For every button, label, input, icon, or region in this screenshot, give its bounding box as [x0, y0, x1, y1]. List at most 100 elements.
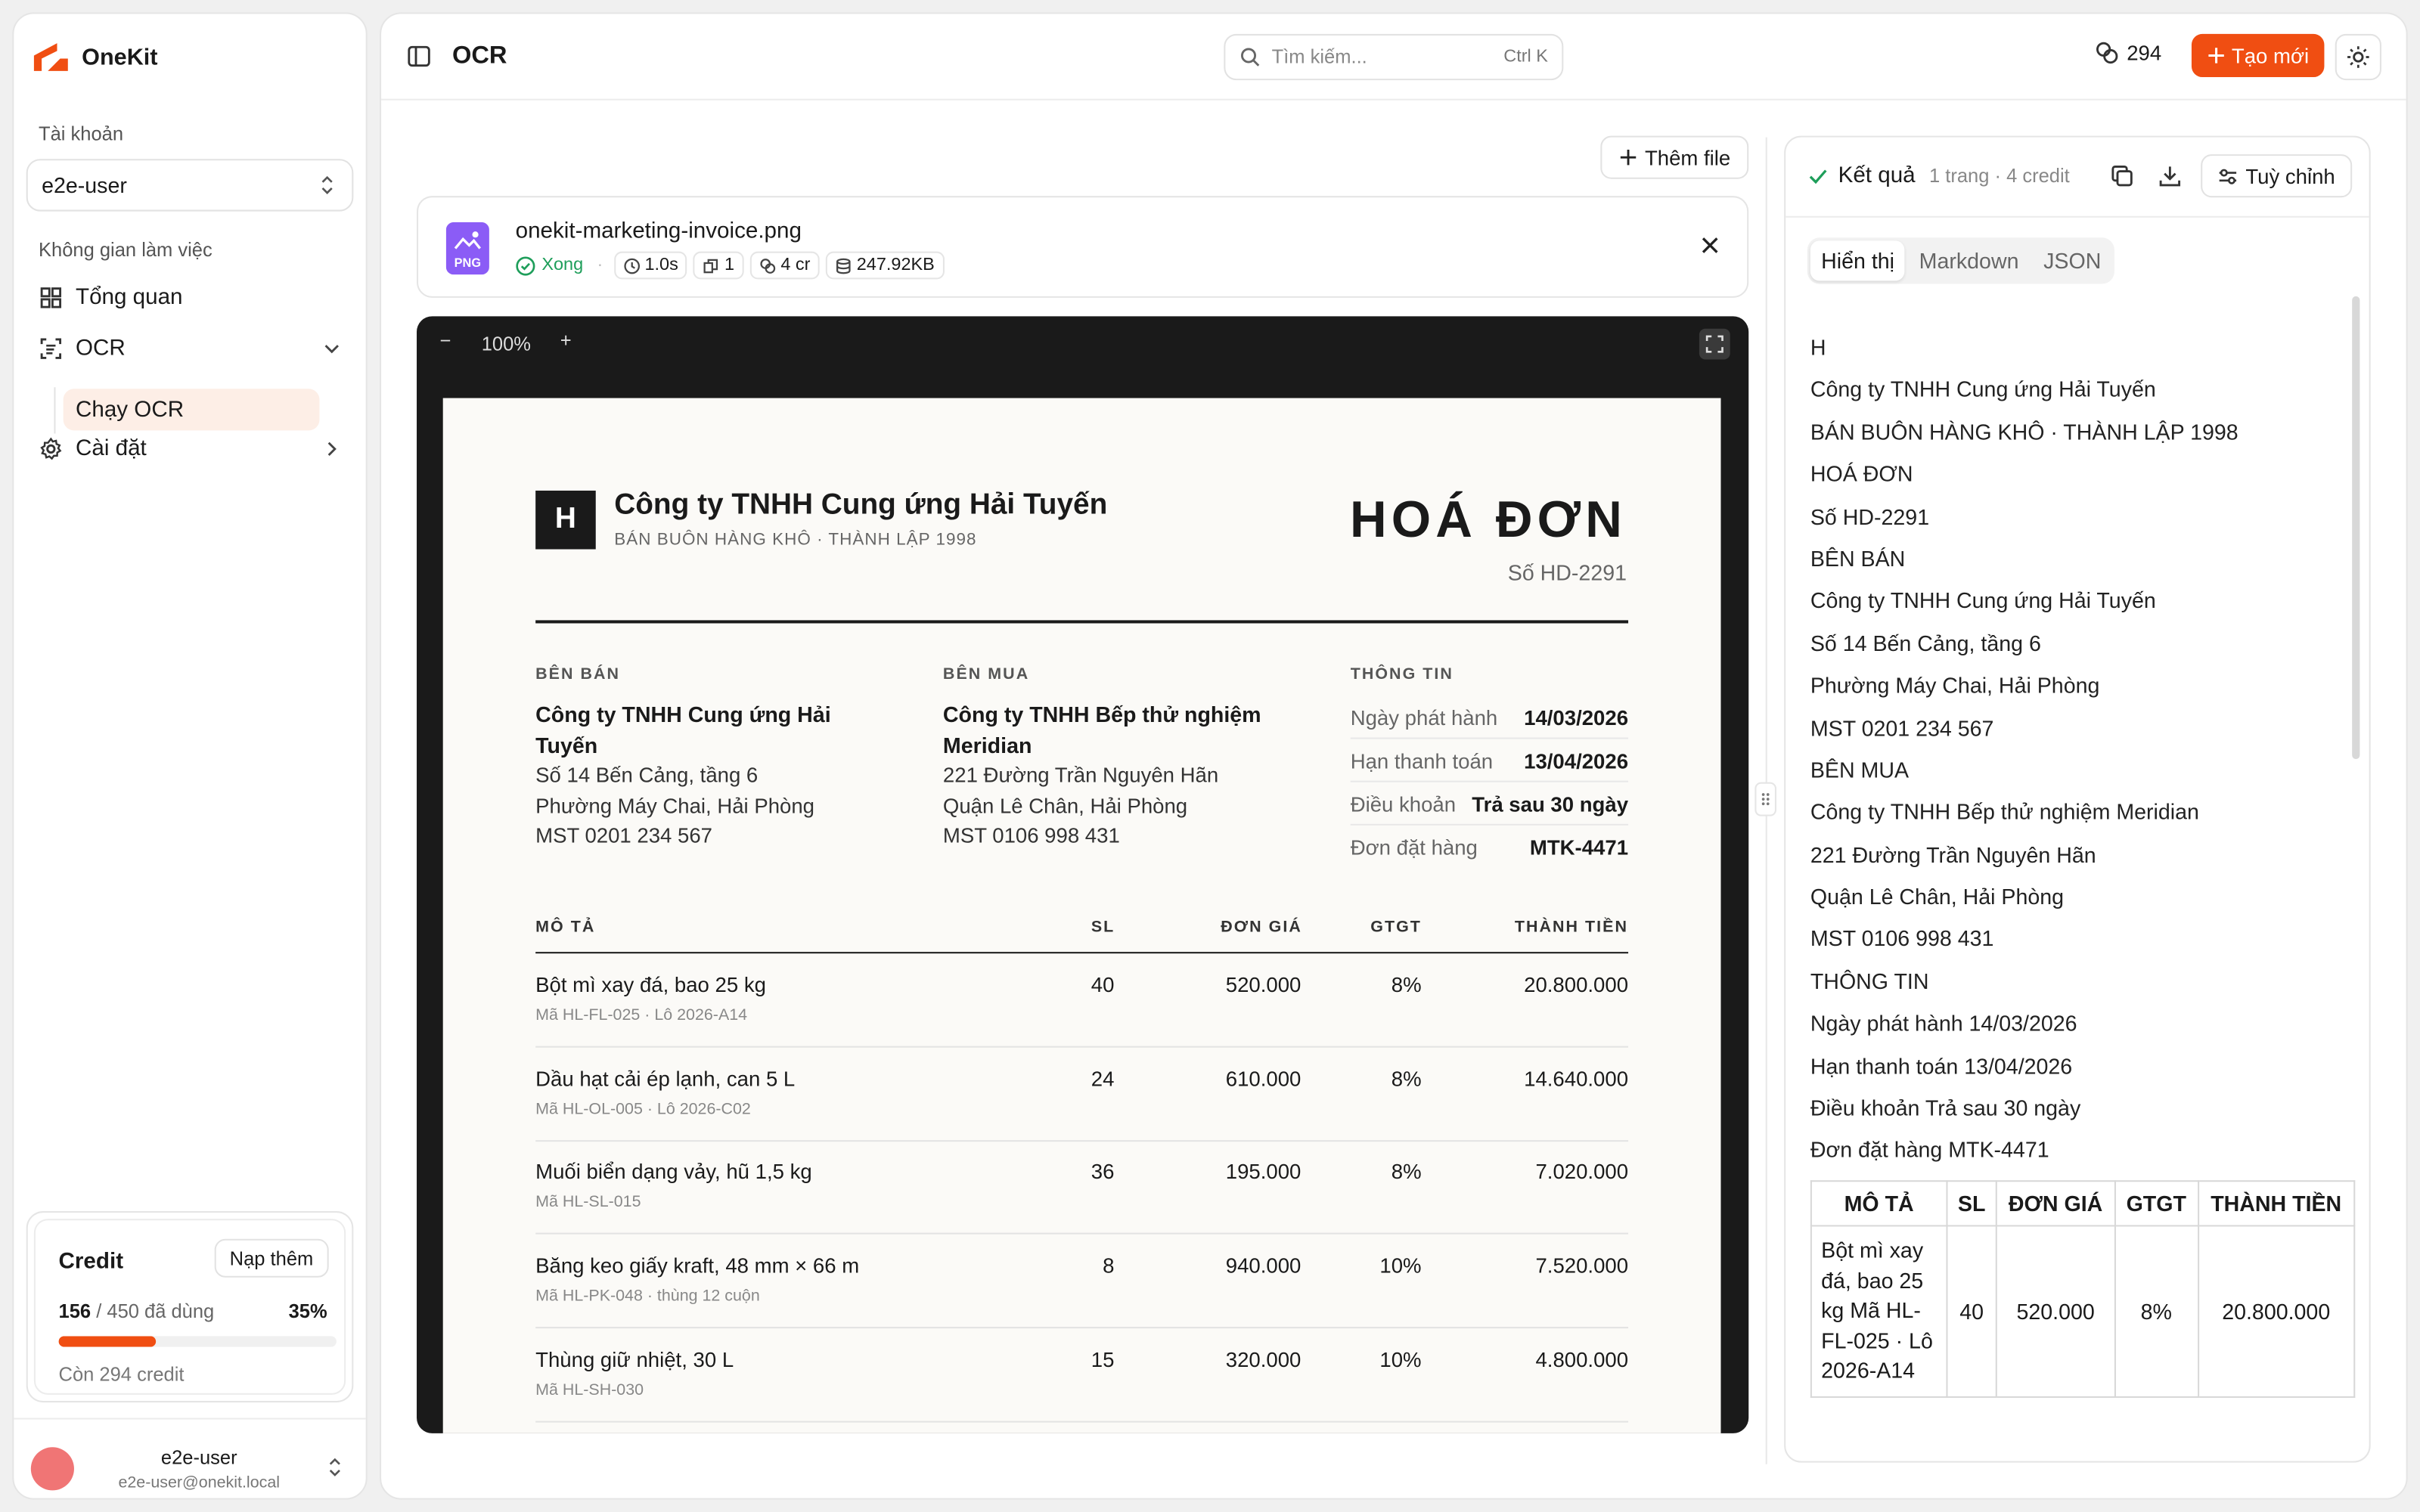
result-line: Hạn thanh toán 13/04/2026 — [1810, 1053, 2073, 1078]
tab-markdown[interactable]: Markdown — [1908, 240, 2029, 280]
item-amount: 14.640.000 — [1524, 1067, 1629, 1091]
resize-handle[interactable] — [1754, 782, 1776, 816]
zoom-out-button[interactable]: − — [440, 330, 451, 352]
app-logo[interactable]: OneKit — [33, 42, 158, 73]
zoom-in-button[interactable]: + — [560, 330, 572, 352]
item-price: 940.000 — [1225, 1254, 1302, 1278]
status-badge: Xong — [516, 256, 583, 276]
seller-label: BÊN BÁN — [535, 665, 621, 684]
item-code: Mã HL-FL-025 · Lô 2026-A14 — [535, 1005, 748, 1025]
sun-icon — [2347, 46, 2369, 68]
sidebar-item-label: Chạy OCR — [75, 397, 185, 423]
result-line: Ngày phát hành 14/03/2026 — [1810, 1011, 2077, 1036]
info-key: Hạn thanh toán — [1350, 748, 1494, 773]
result-line: MST 0106 998 431 — [1810, 926, 1994, 952]
seller-block: Công ty TNHH Cung ứng Hải Tuyến Số 14 Bế… — [535, 699, 875, 850]
copy-icon[interactable] — [2110, 163, 2135, 188]
search-input[interactable]: Tìm kiếm... Ctrl K — [1224, 33, 1564, 81]
invoice-preview: H Công ty TNHH Cung ứng Hải Tuyến BÁN BU… — [442, 398, 1721, 1433]
credits-badge: 4 cr — [749, 251, 820, 280]
item-vat: 8% — [1391, 1067, 1422, 1091]
result-line: Phường Máy Chai, Hải Phòng — [1810, 673, 2100, 698]
user-email: e2e-user@onekit.local — [118, 1473, 281, 1492]
item-desc: Thùng giữ nhiệt, 30 L — [535, 1348, 734, 1372]
download-icon[interactable] — [2158, 163, 2183, 188]
table-cell: 8% — [2114, 1225, 2199, 1397]
user-menu[interactable]: e2e-user e2e-user@onekit.local — [14, 1418, 366, 1501]
close-icon[interactable] — [1701, 236, 1719, 254]
theme-toggle-button[interactable] — [2335, 33, 2381, 81]
item-qty: 8 — [1103, 1254, 1115, 1278]
item-vat: 10% — [1379, 1254, 1422, 1278]
info-key: Đơn đặt hàng — [1350, 836, 1478, 860]
sidebar-item-label: Tổng quan — [75, 285, 183, 311]
item-qty: 36 — [1091, 1160, 1115, 1184]
sidebar-item-run-ocr[interactable]: Chạy OCR — [63, 389, 320, 431]
create-new-label: Tạo mới — [2231, 44, 2310, 67]
pages-value: 1 — [724, 256, 735, 275]
result-header: Kết quả 1 trang · 4 credit Tuỳ chỉnh — [1786, 138, 2369, 218]
column-header-desc: MÔ TẢ — [535, 918, 596, 937]
item-vat: 8% — [1391, 973, 1422, 997]
customize-button[interactable]: Tuỳ chỉnh — [2201, 154, 2353, 198]
table-header-cell: SL — [1946, 1180, 1997, 1227]
item-price: 195.000 — [1225, 1160, 1302, 1184]
info-label: THÔNG TIN — [1350, 665, 1454, 684]
sidebar-item-label: OCR — [75, 336, 126, 361]
item-amount: 4.800.000 — [1535, 1348, 1629, 1372]
table-header-cell: MÔ TẢ — [1810, 1180, 1948, 1227]
table-row: Thùng giữ nhiệt, 30 L Mã HL-SH-030 15 32… — [535, 1328, 1629, 1423]
result-line: BÊN MUA — [1810, 757, 1910, 782]
fullscreen-icon — [1705, 335, 1723, 353]
image-viewer[interactable]: − 100% + H Công ty TNHH Cung ứng Hải Tuy… — [417, 316, 1749, 1433]
add-file-button[interactable]: Thêm file — [1600, 135, 1749, 179]
invoice-logo: H — [535, 490, 596, 550]
tab-json[interactable]: JSON — [2033, 240, 2112, 280]
main-panel: OCR Tìm kiếm... Ctrl K 294 Tạo mới Thêm … — [380, 12, 2408, 1500]
item-vat: 10% — [1379, 1348, 1422, 1372]
credit-remaining: Còn 294 credit — [58, 1364, 185, 1386]
item-code: Mã HL-OL-005 · Lô 2026-C02 — [535, 1100, 751, 1119]
sidebar-item-overview[interactable]: Tổng quan — [26, 276, 354, 319]
scrollbar[interactable] — [2352, 296, 2360, 760]
item-code: Mã HL-SH-030 — [535, 1380, 644, 1400]
duration-value: 1.0s — [644, 256, 678, 275]
result-line: Đơn đặt hàng MTK-4471 — [1810, 1137, 2049, 1163]
info-row-issue-date: Ngày phát hành 14/03/2026 — [1350, 697, 1629, 739]
size-value: 247.92KB — [856, 256, 935, 275]
zoom-level: 100% — [481, 333, 532, 355]
column-header-vat: GTGT — [1370, 918, 1422, 937]
sidebar-item-settings[interactable]: Cài đặt — [26, 427, 354, 470]
buyer-address2: Quận Lê Chân, Hải Phòng — [942, 793, 1188, 817]
search-placeholder: Tìm kiếm... — [1271, 46, 1367, 68]
column-header-amount: THÀNH TIỀN — [1514, 918, 1629, 937]
check-circle-icon — [516, 256, 535, 275]
result-line: Công ty TNHH Bếp thử nghiệm Meridian — [1810, 799, 2199, 825]
clock-icon — [623, 257, 640, 274]
info-row-po: Đơn đặt hàng MTK-4471 — [1351, 827, 1628, 869]
pages-icon — [704, 258, 718, 273]
credit-balance[interactable]: 294 — [2094, 40, 2161, 65]
check-icon — [1809, 169, 1827, 184]
plus-icon — [2208, 48, 2224, 64]
fullscreen-button[interactable] — [1699, 328, 1730, 360]
buyer-label: BÊN MUA — [942, 665, 1030, 684]
table-header-row: MÔ TẢ SL ĐƠN GIÁ GTGT THÀNH TIỀN — [1810, 1180, 2356, 1227]
sidebar-item-ocr[interactable]: OCR — [26, 327, 354, 370]
topup-button[interactable]: Nạp thêm — [214, 1238, 329, 1278]
search-icon — [1241, 48, 1260, 67]
credit-used-suffix: / 450 đã dùng — [91, 1300, 215, 1322]
credit-balance-value: 294 — [2127, 41, 2162, 64]
customize-label: Tuỳ chỉnh — [2245, 164, 2335, 187]
result-panel: Kết quả 1 trang · 4 credit Tuỳ chỉnh Hiể… — [1784, 135, 2371, 1463]
account-select[interactable]: e2e-user — [26, 159, 354, 212]
tab-display[interactable]: Hiển thị — [1810, 240, 1906, 281]
scan-text-icon — [40, 338, 62, 359]
add-file-label: Thêm file — [1644, 145, 1731, 169]
file-card[interactable]: PNG onekit-marketing-invoice.png Xong · … — [417, 196, 1749, 298]
create-new-button[interactable]: Tạo mới — [2191, 33, 2325, 78]
separator: · — [597, 256, 603, 275]
sidebar-toggle-icon[interactable] — [406, 43, 433, 70]
result-line: BÁN BUÔN HÀNG KHÔ · THÀNH LẬP 1998 — [1810, 419, 2238, 445]
page-title: OCR — [451, 43, 507, 70]
